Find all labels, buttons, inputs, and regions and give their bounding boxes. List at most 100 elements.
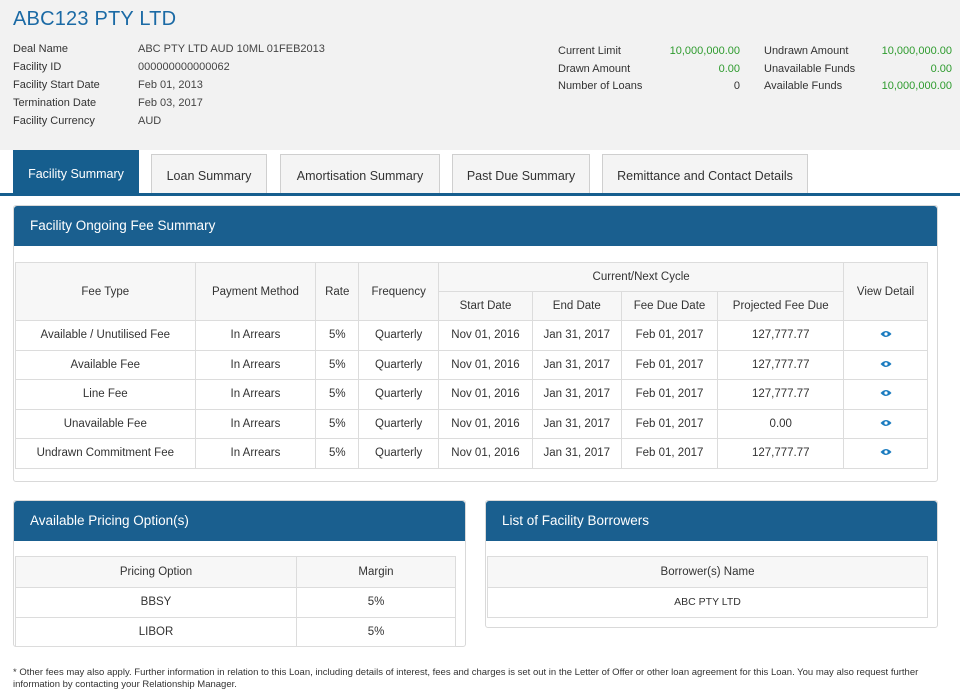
deal-value: Feb 03, 2017: [138, 97, 203, 109]
header-margin: Margin: [296, 556, 456, 588]
header-borrower-name: Borrower(s) Name: [487, 556, 928, 588]
table-row: Line Fee In Arrears 5% Quarterly Nov 01,…: [15, 379, 928, 410]
cell-projected-fee-due: 0.00: [717, 408, 845, 439]
cell-start-date: Nov 01, 2016: [438, 438, 533, 469]
cell-frequency: Quarterly: [358, 379, 440, 410]
cell-start-date: Nov 01, 2016: [438, 349, 533, 380]
panel-title: List of Facility Borrowers: [486, 501, 937, 541]
borrowers-panel: List of Facility Borrowers Borrower(s) N…: [485, 500, 938, 628]
cell-fee-type: Available Fee: [15, 349, 196, 380]
metrics-left: Current Limit 10,000,000.00 Drawn Amount…: [558, 43, 740, 96]
tab-underline: [0, 193, 960, 196]
cell-end-date: Jan 31, 2017: [531, 408, 622, 439]
metric-label: Unavailable Funds: [764, 62, 856, 75]
cell-frequency: Quarterly: [358, 349, 440, 380]
deal-value: ABC PTY LTD AUD 10ML 01FEB2013: [138, 43, 325, 55]
cell-projected-fee-due: 127,777.77: [717, 438, 845, 469]
metrics-right: Undrawn Amount 10,000,000.00 Unavailable…: [764, 43, 952, 96]
deal-label: Termination Date: [13, 97, 97, 109]
cell-rate: 5%: [315, 438, 360, 469]
header-pricing-option: Pricing Option: [15, 556, 297, 588]
deal-label: Facility Currency: [13, 115, 95, 127]
header-start-date: Start Date: [438, 291, 533, 321]
eye-icon[interactable]: [880, 419, 892, 427]
cell-view-detail: [843, 408, 928, 439]
header-projected-fee-due: Projected Fee Due: [717, 291, 845, 321]
table-row: Unavailable Fee In Arrears 5% Quarterly …: [15, 408, 928, 439]
cell-fee-due-date: Feb 01, 2017: [620, 408, 719, 439]
deal-label: Facility ID: [13, 61, 62, 73]
tab-facility-summary[interactable]: Facility Summary: [13, 150, 139, 196]
deal-row: Deal Name ABC PTY LTD AUD 10ML 01FEB2013: [13, 40, 325, 58]
metric-value: 0.00: [930, 62, 952, 75]
cell-end-date: Jan 31, 2017: [531, 379, 622, 410]
pricing-options-panel: Available Pricing Option(s) Pricing Opti…: [13, 500, 466, 647]
cell-payment-method: In Arrears: [194, 408, 317, 439]
borrowers-table: Borrower(s) Name ABC PTY LTD: [487, 556, 928, 618]
cell-rate: 5%: [315, 379, 360, 410]
cell-payment-method: In Arrears: [194, 320, 317, 351]
deal-row: Facility Start Date Feb 01, 2013: [13, 76, 325, 94]
cell-end-date: Jan 31, 2017: [531, 320, 622, 351]
deal-row: Facility ID 000000000000062: [13, 58, 325, 76]
cell-projected-fee-due: 127,777.77: [717, 349, 845, 380]
cell-view-detail: [843, 349, 928, 380]
cell-start-date: Nov 01, 2016: [438, 379, 533, 410]
cell-rate: 5%: [315, 320, 360, 351]
eye-icon[interactable]: [880, 330, 892, 338]
cell-frequency: Quarterly: [358, 320, 440, 351]
metric-label: Available Funds: [764, 80, 843, 92]
cell-payment-method: In Arrears: [194, 349, 317, 380]
deal-row: Termination Date Feb 03, 2017: [13, 94, 325, 112]
table-row: Available Fee In Arrears 5% Quarterly No…: [15, 349, 928, 380]
header-frequency: Frequency: [358, 262, 440, 321]
company-name: ABC123 PTY LTD: [13, 8, 177, 30]
panel-title: Facility Ongoing Fee Summary: [14, 206, 937, 246]
cell-fee-due-date: Feb 01, 2017: [620, 320, 719, 351]
cell-payment-method: In Arrears: [194, 438, 317, 469]
cell-end-date: Jan 31, 2017: [531, 349, 622, 380]
metric-row: Available Funds 10,000,000.00: [764, 78, 952, 96]
deal-row: Facility Currency AUD: [13, 112, 325, 130]
deal-value: 000000000000062: [138, 61, 230, 73]
tab-remittance-contact[interactable]: Remittance and Contact Details: [602, 154, 808, 196]
cell-pricing-option: LIBOR: [15, 616, 297, 647]
footnote: * Other fees may also apply. Further inf…: [13, 667, 919, 690]
cell-fee-due-date: Feb 01, 2017: [620, 438, 719, 469]
metric-row: Undrawn Amount 10,000,000.00: [764, 43, 952, 61]
cell-pricing-option: BBSY: [15, 587, 297, 618]
tab-amortisation-summary[interactable]: Amortisation Summary: [280, 154, 440, 196]
cell-fee-due-date: Feb 01, 2017: [620, 349, 719, 380]
table-row: Undrawn Commitment Fee In Arrears 5% Qua…: [15, 438, 928, 469]
cell-borrower-name: ABC PTY LTD: [487, 587, 928, 618]
cell-margin: 5%: [296, 616, 456, 647]
header-rate: Rate: [315, 262, 360, 321]
header-view-detail: View Detail: [843, 262, 928, 321]
metric-row: Unavailable Funds 0.00: [764, 61, 952, 79]
eye-icon[interactable]: [880, 389, 892, 397]
eye-icon[interactable]: [880, 360, 892, 368]
cell-payment-method: In Arrears: [194, 379, 317, 410]
cell-rate: 5%: [315, 349, 360, 380]
header-fee-due-date: Fee Due Date: [620, 291, 719, 321]
cell-fee-due-date: Feb 01, 2017: [620, 379, 719, 410]
cell-rate: 5%: [315, 408, 360, 439]
cell-projected-fee-due: 127,777.77: [717, 379, 845, 410]
metric-row: Drawn Amount 0.00: [558, 61, 740, 79]
pricing-table: Pricing Option Margin BBSY 5% LIBOR 5%: [15, 556, 456, 647]
tab-loan-summary[interactable]: Loan Summary: [151, 154, 267, 196]
tab-bar: Facility Summary Loan Summary Amortisati…: [0, 150, 960, 196]
header-end-date: End Date: [531, 291, 622, 321]
table-row: Available / Unutilised Fee In Arrears 5%…: [15, 320, 928, 351]
header-current-next-cycle: Current/Next Cycle: [438, 262, 845, 292]
metric-label: Drawn Amount: [558, 62, 631, 75]
deal-label: Deal Name: [13, 43, 69, 55]
cell-projected-fee-due: 127,777.77: [717, 320, 845, 351]
tab-past-due-summary[interactable]: Past Due Summary: [452, 154, 590, 196]
eye-icon[interactable]: [880, 448, 892, 456]
cell-view-detail: [843, 320, 928, 351]
metric-value: 10,000,000.00: [669, 45, 740, 57]
cell-view-detail: [843, 379, 928, 410]
deal-details: Deal Name ABC PTY LTD AUD 10ML 01FEB2013…: [13, 40, 325, 130]
metric-label: Undrawn Amount: [764, 45, 849, 57]
